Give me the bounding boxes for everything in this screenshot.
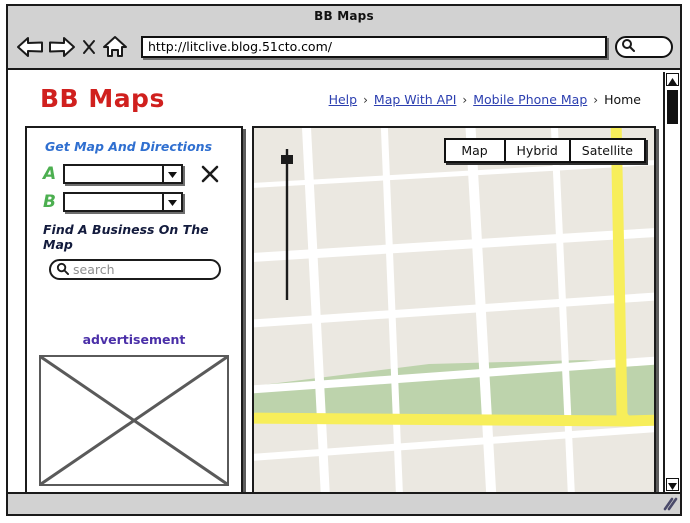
breadcrumb: Help › Map With API › Mobile Phone Map ›… — [329, 92, 641, 107]
route-input-b[interactable] — [63, 192, 183, 212]
scroll-up-button[interactable] — [666, 73, 679, 86]
window-title: BB Maps — [314, 8, 374, 23]
map-type-buttons: Map Hybrid Satellite — [443, 138, 646, 163]
business-search-heading: Find A Business On The Map — [43, 222, 209, 252]
chevron-down-icon[interactable] — [162, 166, 181, 182]
business-search-placeholder: search — [73, 262, 115, 277]
breadcrumb-separator: › — [593, 92, 599, 107]
route-input-b-value — [65, 194, 162, 210]
screen: BB Maps http://litclive.blog.51cto.com/ … — [0, 0, 690, 523]
address-bar-value: http://litclive.blog.51cto.com/ — [148, 39, 332, 54]
breadcrumb-separator: › — [363, 92, 368, 107]
close-x-icon[interactable] — [199, 163, 221, 185]
chevron-down-icon[interactable] — [162, 194, 181, 210]
map-type-button-satellite[interactable]: Satellite — [568, 138, 646, 163]
address-bar[interactable]: http://litclive.blog.51cto.com/ — [141, 35, 607, 58]
directions-heading: Get Map And Directions — [45, 139, 213, 154]
route-row-a: A — [43, 163, 231, 185]
map-canvas[interactable] — [254, 128, 654, 492]
stop-x-icon[interactable] — [79, 37, 99, 57]
route-input-a[interactable] — [63, 164, 183, 184]
status-bar — [8, 492, 680, 514]
vertical-scrollbar[interactable] — [663, 72, 680, 492]
advertisement-label: advertisement — [82, 332, 186, 347]
site-logo[interactable]: BB Maps — [40, 84, 165, 113]
toolbar-search-input[interactable] — [615, 35, 673, 58]
route-row-b: B — [43, 192, 231, 212]
map-type-button-map[interactable]: Map — [443, 138, 506, 163]
advertisement-placeholder[interactable] — [39, 355, 229, 486]
magnifier-icon — [56, 260, 69, 279]
browser-toolbar: http://litclive.blog.51cto.com/ — [8, 25, 680, 70]
forward-arrow-icon[interactable] — [47, 34, 77, 60]
route-label-a: A — [43, 164, 57, 184]
browser-window: BB Maps http://litclive.blog.51cto.com/ … — [6, 4, 682, 516]
breadcrumb-item-mobile-phone-map[interactable]: Mobile Phone Map — [473, 92, 587, 107]
home-icon[interactable] — [101, 34, 129, 60]
back-arrow-icon[interactable] — [15, 34, 45, 60]
breadcrumb-item-home: Home — [604, 92, 641, 107]
breadcrumb-item-map-with-api[interactable]: Map With API — [374, 92, 456, 107]
route-input-a-value — [65, 166, 162, 182]
triangle-down-icon — [668, 475, 677, 492]
scroll-down-button[interactable] — [666, 478, 679, 491]
business-search-input[interactable]: search — [49, 259, 221, 280]
breadcrumb-item-help[interactable]: Help — [329, 92, 358, 107]
scrollbar-thumb[interactable] — [667, 90, 678, 124]
map-type-button-hybrid[interactable]: Hybrid — [503, 138, 571, 163]
page-content: BB Maps Help › Map With API › Mobile Pho… — [8, 72, 663, 492]
window-title-bar: BB Maps — [8, 6, 680, 25]
breadcrumb-separator: › — [462, 92, 468, 107]
site-header: BB Maps Help › Map With API › Mobile Pho… — [8, 72, 663, 120]
sidebar-panel: Get Map And Directions A B Find A Busine… — [25, 126, 243, 492]
map-panel[interactable]: Map Hybrid Satellite — [252, 126, 656, 492]
magnifier-icon — [621, 37, 635, 56]
page-viewport: BB Maps Help › Map With API › Mobile Pho… — [8, 72, 680, 492]
image-placeholder-icon — [41, 357, 227, 484]
triangle-up-icon — [668, 72, 677, 89]
resize-grip-icon[interactable] — [659, 495, 679, 513]
zoom-slider-icon[interactable] — [280, 145, 294, 303]
route-label-b: B — [43, 192, 56, 212]
